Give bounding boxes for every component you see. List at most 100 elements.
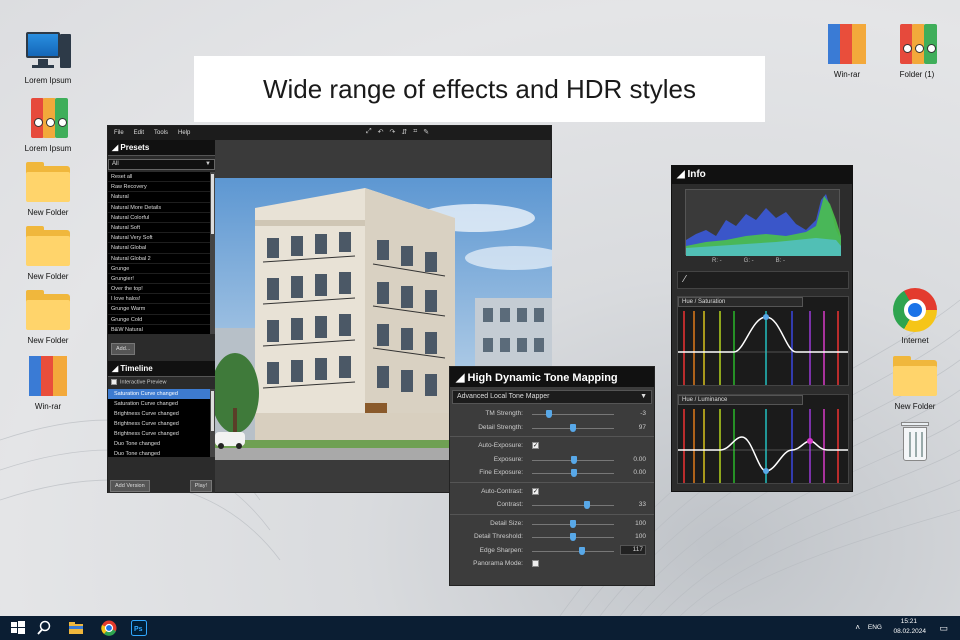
preset-item[interactable]: Natural Colorful xyxy=(108,213,215,223)
chrome-taskbar-icon[interactable] xyxy=(101,620,117,636)
preset-item[interactable]: Natural Soft xyxy=(108,223,215,234)
language-indicator[interactable]: ENG xyxy=(868,624,882,631)
hdr-slider-knob[interactable] xyxy=(570,533,577,541)
timeline-item[interactable]: Duo Tone changed xyxy=(108,449,215,457)
desktop-icon-label: Win-rar xyxy=(34,402,62,411)
windows-start-icon[interactable] xyxy=(10,620,26,636)
preset-item[interactable]: Natural xyxy=(108,192,215,203)
eyedropper-icon[interactable]: ⁄ xyxy=(684,274,686,285)
fit-icon[interactable]: ⤢ xyxy=(366,128,372,136)
chevron-up-icon[interactable]: ˄ xyxy=(855,623,860,632)
curve-tool-strip: ⁄ xyxy=(677,271,849,289)
file-explorer-icon[interactable] xyxy=(68,620,84,636)
preset-item[interactable]: Raw Recovery xyxy=(108,182,215,193)
chrome-icon xyxy=(891,286,939,334)
desktop-icon-label: New Folder xyxy=(27,208,69,217)
preset-item[interactable]: Over the top! xyxy=(108,284,215,295)
desktop-icon-recycle-bin[interactable] xyxy=(880,418,950,468)
presets-filter-dropdown[interactable]: All xyxy=(108,159,215,170)
add-preset-button[interactable]: Add... xyxy=(111,343,136,355)
hue-luminance-curve[interactable]: Hue / Luminance xyxy=(677,394,849,484)
hdr-slider-track[interactable] xyxy=(532,414,614,415)
hdr-value[interactable]: 117 xyxy=(620,544,646,555)
hdr-slider-knob[interactable] xyxy=(584,501,591,509)
preset-item[interactable]: Natural Very Soft xyxy=(108,233,215,244)
search-icon[interactable] xyxy=(36,620,52,636)
tone-mapper-dropdown[interactable]: Advanced Local Tone Mapper xyxy=(452,390,652,404)
desktop-icon-internet[interactable]: Internet xyxy=(880,286,950,346)
notifications-icon[interactable]: ▭ xyxy=(939,623,948,634)
interactive-preview-toggle[interactable]: Interactive Preview xyxy=(108,377,215,387)
desktop-icon-folder[interactable]: New Folder xyxy=(13,158,83,218)
hdr-slider-knob[interactable] xyxy=(571,469,577,477)
menu-file[interactable]: File xyxy=(114,130,124,136)
preset-item[interactable]: Grunge xyxy=(108,264,215,274)
hdr-slider-knob[interactable] xyxy=(570,423,577,432)
interactive-preview-checkbox[interactable] xyxy=(111,379,117,385)
desktop-icon-folder[interactable]: New Folder xyxy=(13,286,83,346)
clock-time[interactable]: 15:21 xyxy=(901,618,917,625)
winrar-icon xyxy=(823,20,871,68)
hdr-checkbox[interactable] xyxy=(532,560,539,567)
hdr-row: Auto-Contrast: ✓ xyxy=(450,485,654,499)
hdr-row-label: Fine Exposure: xyxy=(479,469,523,476)
preset-item[interactable]: Natural Global 2 xyxy=(108,254,215,264)
crop-icon[interactable]: ⌗ xyxy=(413,128,417,136)
timeline-item[interactable]: Brightness Curve changed xyxy=(108,429,215,439)
desktop-icon-binders[interactable]: Folder (1) xyxy=(882,20,952,80)
hdr-slider-knob[interactable] xyxy=(570,519,577,528)
timeline-item[interactable]: Brightness Curve changed xyxy=(108,409,215,419)
timeline-item[interactable]: Saturation Curve changed xyxy=(108,389,215,400)
hdr-row: Auto-Exposure: ✓ xyxy=(450,439,654,453)
folder-icon xyxy=(891,352,939,400)
preset-item[interactable]: Natural Global xyxy=(108,243,215,254)
hdr-slider-track[interactable] xyxy=(532,550,614,552)
photoshop-icon[interactable]: Ps xyxy=(131,620,147,636)
desktop-icon-folder[interactable]: New Folder xyxy=(880,352,950,412)
flip-icon[interactable]: ⇵ xyxy=(401,128,407,136)
hdr-row-label: Panorama Mode: xyxy=(473,560,523,567)
desktop-icon-folder[interactable]: New Folder xyxy=(13,222,83,282)
timeline-item[interactable]: Saturation Curve changed xyxy=(108,399,215,409)
folder-icon xyxy=(24,158,72,206)
timeline-header[interactable]: ◢ Timeline xyxy=(108,361,215,377)
hdr-checkbox[interactable]: ✓ xyxy=(532,487,539,495)
info-panel-title[interactable]: ◢ Info xyxy=(672,166,852,184)
desktop-icon-binders[interactable]: Lorem Ipsum xyxy=(13,94,83,154)
preset-item[interactable]: Grunge Cold xyxy=(108,315,215,325)
menu-tools[interactable]: Tools xyxy=(154,130,168,136)
preset-item[interactable]: Reset all xyxy=(108,172,215,183)
presets-header[interactable]: ◢ Presets xyxy=(108,140,215,156)
histogram xyxy=(685,189,841,256)
hdr-checkbox[interactable]: ✓ xyxy=(532,442,539,449)
desktop-icon-winrar[interactable]: Win-rar xyxy=(812,20,882,80)
preset-item[interactable]: I love halos! xyxy=(108,294,215,305)
preset-item[interactable]: Grungier! xyxy=(108,274,215,285)
hue-saturation-curve[interactable]: Hue / Saturation xyxy=(677,296,849,386)
brush-icon[interactable]: ✎ xyxy=(423,128,429,136)
hdr-row-label: Detail Strength: xyxy=(478,423,523,431)
preset-item[interactable]: Grunge Warm xyxy=(108,304,215,315)
rotate-right-icon[interactable]: ↷ xyxy=(389,128,395,136)
desktop-icon-winrar[interactable]: Win-rar xyxy=(13,352,83,412)
menu-help[interactable]: Help xyxy=(178,130,190,136)
menu-edit[interactable]: Edit xyxy=(134,130,144,136)
timeline-item[interactable]: Brightness Curve changed xyxy=(108,419,215,429)
rotate-left-icon[interactable]: ↶ xyxy=(378,128,384,136)
hdr-slider-track[interactable] xyxy=(532,505,614,506)
winrar-icon xyxy=(24,352,72,400)
hdr-slider-knob[interactable] xyxy=(578,546,585,555)
hdr-slider-knob[interactable] xyxy=(571,455,577,464)
timeline-item[interactable]: Duo Tone changed xyxy=(108,439,215,449)
hdr-row-label: Auto-Contrast: xyxy=(481,487,523,495)
hdr-slider-knob[interactable] xyxy=(545,410,552,418)
add-version-button[interactable]: Add Version xyxy=(110,480,150,492)
preset-item[interactable]: Natural More Details xyxy=(108,203,215,213)
preset-item[interactable]: B&W Natural xyxy=(108,325,215,334)
desktop-icon-computer[interactable]: Lorem Ipsum xyxy=(13,26,83,86)
play-button[interactable]: Play! xyxy=(189,480,212,492)
computer-icon xyxy=(24,26,72,74)
clock-date[interactable]: 08.02.2024 xyxy=(893,628,926,635)
svg-text:Ps: Ps xyxy=(134,626,143,633)
hdr-panel-title[interactable]: ◢ High Dynamic Tone Mapping xyxy=(450,367,654,387)
